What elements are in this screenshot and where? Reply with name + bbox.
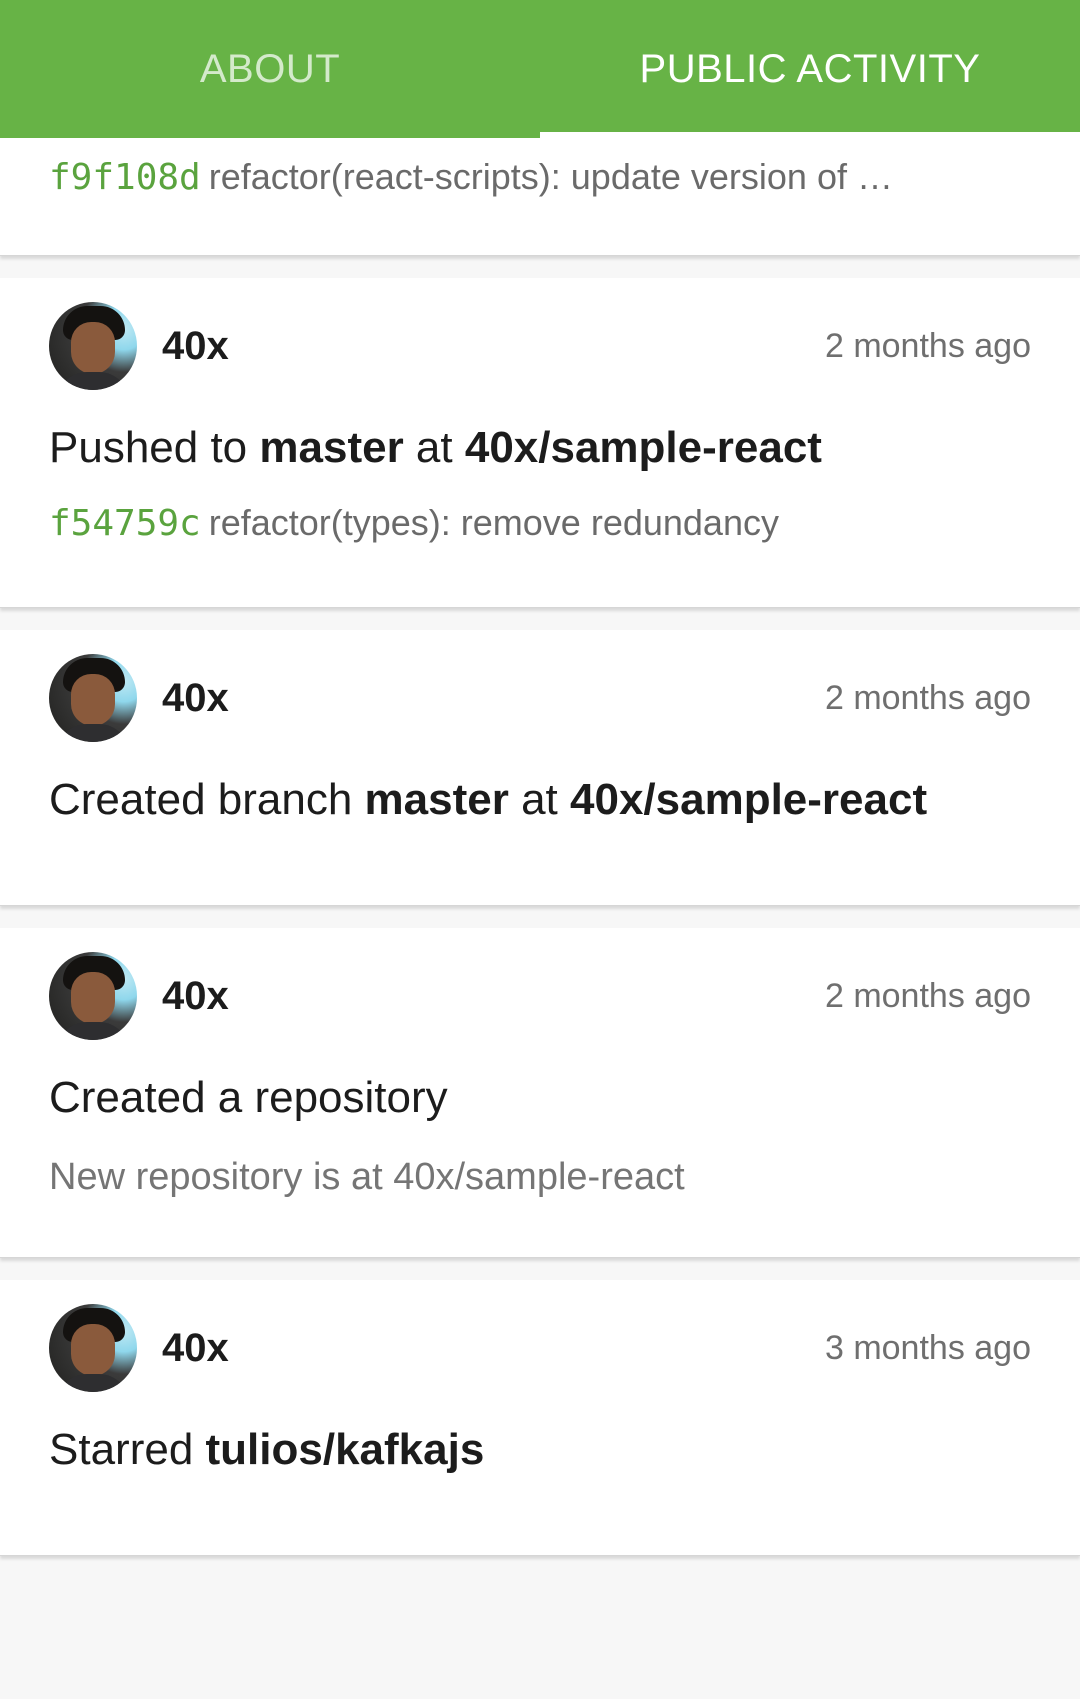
tab-public-activity[interactable]: PUBLIC ACTIVITY — [540, 0, 1080, 138]
event-title: Created branch master at 40x/sample-reac… — [49, 772, 1031, 828]
commit-message: refactor(types): remove redundancy — [208, 502, 779, 543]
event-title-text: Created branch — [49, 775, 365, 824]
commit-line: f9f108d refactor(react-scripts): update v… — [49, 156, 1031, 198]
activity-card[interactable]: 40x 3 months ago Starred tulios/kafkajs — [0, 1280, 1080, 1556]
commit-line: f54759c refactor(types): remove redundanc… — [49, 502, 1031, 544]
avatar[interactable] — [49, 952, 137, 1040]
timestamp: 2 months ago — [824, 678, 1031, 717]
event-title-text: Pushed to — [49, 423, 260, 472]
branch-name[interactable]: master — [365, 775, 509, 824]
avatar[interactable] — [49, 654, 137, 742]
timestamp: 2 months ago — [824, 976, 1031, 1015]
activity-feed: f9f108d refactor(react-scripts): update v… — [0, 138, 1080, 1578]
repo-name[interactable]: 40x/sample-react — [570, 775, 927, 824]
activity-card[interactable]: 40x 2 months ago Created branch master a… — [0, 630, 1080, 906]
card-header: 40x 2 months ago — [49, 654, 1031, 742]
tab-bar: ABOUT PUBLIC ACTIVITY — [0, 0, 1080, 138]
tab-about[interactable]: ABOUT — [0, 0, 540, 138]
event-title: Starred tulios/kafkajs — [49, 1422, 1031, 1478]
card-header: 40x 2 months ago — [49, 952, 1031, 1040]
author-name[interactable]: 40x — [162, 324, 229, 369]
card-header: 40x 3 months ago — [49, 1304, 1031, 1392]
author-name[interactable]: 40x — [162, 676, 229, 721]
activity-card[interactable]: 40x 2 months ago Created a repository Ne… — [0, 928, 1080, 1258]
activity-card[interactable]: 40x 2 months ago Pushed to master at 40x… — [0, 278, 1080, 608]
event-title-text: at — [403, 423, 465, 472]
commit-sha[interactable]: f9f108d — [49, 157, 201, 198]
avatar[interactable] — [49, 302, 137, 390]
commit-sha[interactable]: f54759c — [49, 503, 201, 544]
event-title-text: Starred — [49, 1425, 206, 1474]
branch-name[interactable]: master — [259, 423, 403, 472]
author-name[interactable]: 40x — [162, 1326, 229, 1371]
commit-message: refactor(react-scripts): update version … — [208, 156, 893, 197]
event-subtitle: New repository is at 40x/sample-react — [49, 1156, 685, 1198]
repo-name[interactable]: tulios/kafkajs — [206, 1425, 485, 1474]
avatar[interactable] — [49, 1304, 137, 1392]
timestamp: 3 months ago — [824, 1328, 1031, 1367]
event-title-text: at — [508, 775, 570, 824]
activity-card[interactable]: f9f108d refactor(react-scripts): update v… — [0, 138, 1080, 256]
author-name[interactable]: 40x — [162, 974, 229, 1019]
event-title: Created a repository — [49, 1073, 448, 1122]
event-title: Pushed to master at 40x/sample-react — [49, 420, 1031, 476]
timestamp: 2 months ago — [824, 326, 1031, 365]
card-header: 40x 2 months ago — [49, 302, 1031, 390]
repo-name[interactable]: 40x/sample-react — [465, 423, 822, 472]
